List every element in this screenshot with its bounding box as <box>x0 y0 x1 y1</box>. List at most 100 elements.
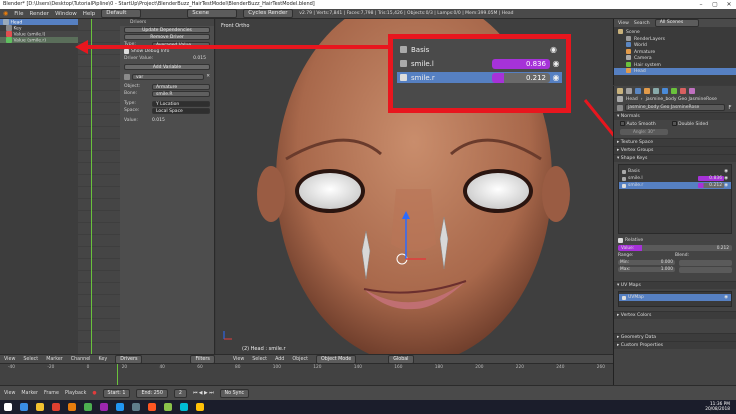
world-tab-icon[interactable] <box>635 87 641 94</box>
visibility-eye-icon[interactable]: ◉ <box>550 59 562 68</box>
shape-key-value[interactable]: 0.212 <box>698 183 725 188</box>
graph-channel-menu[interactable]: Channel <box>71 357 91 362</box>
outliner-display-mode[interactable]: All Scenes <box>654 19 699 27</box>
playback-controls[interactable]: ⏮ ◀ ▶ ⏭ <box>193 390 214 396</box>
outliner-view-menu[interactable]: View <box>618 21 629 26</box>
taskbar-app[interactable] <box>96 400 112 414</box>
visibility-eye-icon[interactable]: ◉ <box>724 176 728 181</box>
blender-logo-icon[interactable]: ◉ <box>3 10 8 17</box>
uv-map-row[interactable]: UVMap ◉ <box>619 294 731 301</box>
start-frame-field[interactable]: Start: 1 <box>102 388 131 398</box>
viewport-view-menu[interactable]: View <box>233 357 244 362</box>
mesh-name-field[interactable]: jasmine_body Geo JasmineRose <box>625 104 725 111</box>
maximize-button[interactable]: ▢ <box>708 0 722 9</box>
render-camera-icon[interactable]: ◉ <box>724 295 728 300</box>
shape-key-value[interactable]: 0.836 <box>698 176 725 181</box>
start-button[interactable] <box>0 400 16 414</box>
graph-view-menu[interactable]: View <box>4 357 15 362</box>
record-icon[interactable]: ● <box>92 391 96 396</box>
outliner-search-menu[interactable]: Search <box>634 21 650 26</box>
double-sided-checkbox[interactable]: Double Sided <box>671 121 708 127</box>
viewport-add-menu[interactable]: Add <box>275 357 284 362</box>
viewport-select-menu[interactable]: Select <box>252 357 267 362</box>
menu-file[interactable]: File <box>14 11 23 17</box>
minimize-button[interactable]: – <box>694 0 708 9</box>
graph-select-menu[interactable]: Select <box>23 357 38 362</box>
visibility-eye-icon[interactable]: ◉ <box>550 73 562 82</box>
timeline-editor[interactable]: -40 -20 0 20 40 60 80 100 120 140 160 180 200 220 240 2… <box>0 363 613 386</box>
fake-user-button[interactable]: F <box>727 105 733 111</box>
menu-help[interactable]: Help <box>83 11 96 17</box>
graph-marker-menu[interactable]: Marker <box>46 357 63 362</box>
taskbar-app[interactable] <box>192 400 208 414</box>
range-min-field[interactable]: Min: 0.000 <box>618 260 675 265</box>
taskbar-app[interactable] <box>144 400 160 414</box>
timeline-view-menu[interactable]: View <box>4 391 15 396</box>
taskbar-clock[interactable]: 11:36 PM 20/08/2018 <box>705 402 736 413</box>
remove-variable-icon[interactable]: ✕ <box>206 74 210 79</box>
vertex-groups-section-header[interactable]: ▸ Vertex Groups <box>614 146 736 154</box>
vertex-colors-section-header[interactable]: ▸ Vertex Colors <box>614 311 736 319</box>
smile-r-value-field[interactable]: 0.212 <box>492 72 550 83</box>
add-variable-button[interactable]: Add Variable <box>124 64 210 70</box>
object-tab-icon[interactable] <box>644 87 650 94</box>
graph-key-menu[interactable]: Key <box>99 357 108 362</box>
uv-maps-section-header[interactable]: ▾ UV Maps <box>614 281 736 289</box>
range-max-field[interactable]: Max: 1.000 <box>618 267 675 272</box>
menu-render[interactable]: Render <box>29 11 49 17</box>
taskbar-app[interactable] <box>160 400 176 414</box>
outliner-item[interactable]: Head <box>614 68 736 75</box>
sync-mode-selector[interactable]: No Sync <box>219 388 250 398</box>
taskbar-app[interactable] <box>16 400 32 414</box>
smile-l-value-field[interactable]: 0.836 <box>492 58 550 69</box>
texture-tab-icon[interactable] <box>689 87 695 94</box>
render-tab-icon[interactable] <box>617 87 623 94</box>
update-dependencies-button[interactable]: Update Dependencies <box>124 27 210 33</box>
driver-type-dropdown[interactable]: Averaged Value <box>152 41 210 48</box>
timeline-playback-menu[interactable]: Playback <box>65 391 86 396</box>
scene-tab-icon[interactable] <box>626 87 632 94</box>
render-engine-selector[interactable]: Cycles Render <box>243 9 294 18</box>
blend-relative-key-field[interactable] <box>679 266 732 273</box>
layout-selector[interactable]: Default <box>101 9 142 18</box>
geometry-data-section-header[interactable]: ▸ Geometry Data <box>614 333 736 341</box>
constraints-tab-icon[interactable] <box>653 87 659 94</box>
variable-name-field[interactable]: var <box>132 73 205 80</box>
shape-key-row-smile-l[interactable]: smile.l 0.836 ◉ <box>619 175 731 182</box>
menu-window[interactable]: Window <box>55 11 77 17</box>
timeline-marker-menu[interactable]: Marker <box>21 391 38 396</box>
normals-section-header[interactable]: ▾ Normals <box>614 112 736 120</box>
viewport-object-menu[interactable]: Object <box>292 357 308 362</box>
timeline-frame-menu[interactable]: Frame <box>44 391 59 396</box>
visibility-eye-icon[interactable]: ◉ <box>724 169 728 174</box>
texture-space-section-header[interactable]: ▸ Texture Space <box>614 138 736 146</box>
debug-checkbox[interactable] <box>124 49 129 54</box>
graph-editor-grid[interactable] <box>78 19 120 354</box>
callout-row-basis[interactable]: Basis ◉ <box>397 44 562 55</box>
shape-key-row-smile-r[interactable]: smile.r 0.212 ◉ <box>619 182 731 189</box>
taskbar-app[interactable] <box>112 400 128 414</box>
taskbar-app[interactable] <box>32 400 48 414</box>
scene-selector[interactable]: Scene <box>187 9 238 18</box>
relative-checkbox[interactable] <box>618 237 623 243</box>
shape-keys-section-header[interactable]: ▾ Shape Keys <box>614 154 736 162</box>
shape-key-row-basis[interactable]: Basis ◉ <box>619 168 731 175</box>
show-debug-row[interactable]: Show Debug Info <box>120 48 214 55</box>
shape-value-slider[interactable]: Value: 0.212 <box>618 245 732 251</box>
visibility-eye-icon[interactable]: ◉ <box>724 183 728 188</box>
taskbar-app[interactable] <box>48 400 64 414</box>
taskbar-app[interactable] <box>80 400 96 414</box>
transform-space-dropdown[interactable]: Local Space <box>152 107 210 114</box>
variable-bone-field[interactable]: smile.R <box>152 90 210 97</box>
current-frame-field[interactable]: 2 <box>173 388 187 398</box>
modifiers-tab-icon[interactable] <box>662 87 668 94</box>
timeline-ruler[interactable]: -40 -20 0 20 40 60 80 100 120 140 160 180 200 220 240 2… <box>0 364 613 371</box>
auto-smooth-checkbox[interactable]: Auto Smooth <box>620 121 656 127</box>
end-frame-field[interactable]: End: 250 <box>136 388 168 398</box>
blend-vertex-group-field[interactable] <box>679 259 732 266</box>
channel-value-smile-r[interactable]: Value (smile.r) <box>0 37 78 44</box>
visibility-eye-icon[interactable]: ◉ <box>550 45 562 54</box>
callout-row-smile-r[interactable]: smile.r 0.212 ◉ <box>397 72 562 83</box>
variable-type-icon[interactable] <box>124 73 130 80</box>
custom-properties-section-header[interactable]: ▸ Custom Properties <box>614 341 736 349</box>
